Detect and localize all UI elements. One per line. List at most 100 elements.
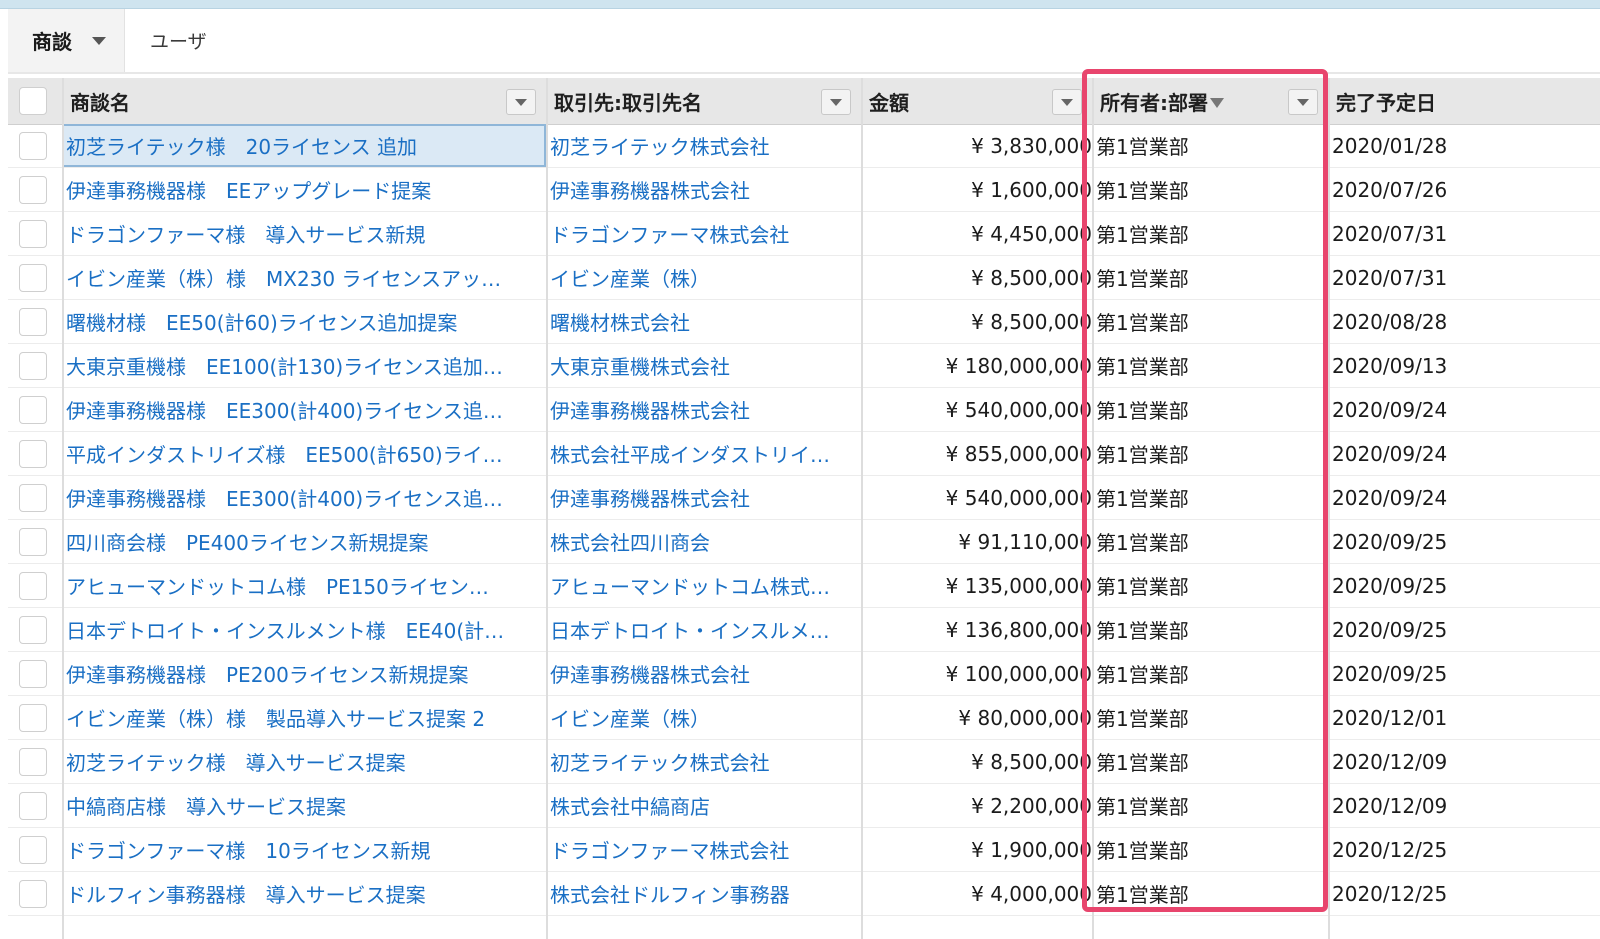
opportunity-name-link[interactable]: 伊達事務機器様 EE300(計400)ライセンス追… — [62, 476, 546, 519]
amount-cell-text: ¥ 855,000,000 — [945, 441, 1092, 466]
close-date-cell-text: 2020/09/25 — [1332, 529, 1448, 554]
column-menu-button-owner-dept[interactable] — [1288, 89, 1318, 115]
row-select-cell — [8, 872, 62, 915]
account-name-link-text: 株式会社四川商会 — [550, 531, 710, 555]
close-date-cell: 2020/09/13 — [1328, 344, 1600, 387]
opportunity-name-link[interactable]: ドラゴンファーマ様 10ライセンス新規 — [62, 828, 546, 871]
account-name-link[interactable]: アヒューマンドットコム株式… — [546, 564, 861, 607]
filter-icon — [1210, 98, 1224, 108]
row-checkbox[interactable] — [19, 132, 47, 160]
header-close-date-label: 完了予定日 — [1336, 90, 1436, 115]
account-name-link[interactable]: ドラゴンファーマ株式会社 — [546, 828, 861, 871]
header-account-label: 取引先:取引先名 — [554, 90, 702, 115]
opportunity-name-link[interactable]: 伊達事務機器様 EEアップグレード提案 — [62, 168, 546, 211]
opportunity-name-link[interactable]: 伊達事務機器様 PE200ライセンス新規提案 — [62, 652, 546, 695]
row-select-cell — [8, 300, 62, 343]
opportunity-name-link[interactable]: 伊達事務機器様 EE300(計400)ライセンス追… — [62, 388, 546, 431]
close-date-cell-text: 2020/12/01 — [1332, 705, 1448, 730]
account-name-link[interactable]: イビン産業（株） — [546, 256, 861, 299]
amount-cell-text: ¥ 135,000,000 — [945, 573, 1092, 598]
opportunity-name-link-text: ドラゴンファーマ様 導入サービス新規 — [66, 223, 426, 247]
account-name-link-text: ドラゴンファーマ株式会社 — [550, 223, 790, 247]
row-checkbox[interactable] — [19, 308, 47, 336]
opportunity-name-link-text: 日本デトロイト・インスルメント様 EE40(計… — [66, 619, 505, 643]
close-date-cell-text: 2020/07/31 — [1332, 221, 1448, 246]
account-name-link[interactable]: 初芝ライテック株式会社 — [546, 740, 861, 783]
opportunity-name-link[interactable]: 初芝ライテック様 導入サービス提案 — [62, 740, 546, 783]
close-date-cell: 2020/07/31 — [1328, 256, 1600, 299]
row-checkbox[interactable] — [19, 836, 47, 864]
tab-opportunity[interactable]: 商談 — [8, 9, 125, 72]
account-name-link[interactable]: 伊達事務機器株式会社 — [546, 476, 861, 519]
account-name-link[interactable]: イビン産業（株） — [546, 696, 861, 739]
row-checkbox[interactable] — [19, 704, 47, 732]
opportunity-name-link[interactable]: 平成インダストリイズ様 EE500(計650)ライ… — [62, 432, 546, 475]
owner-dept-cell: 第1営業部 — [1092, 432, 1328, 475]
account-name-link[interactable]: 株式会社中縞商店 — [546, 784, 861, 827]
row-checkbox[interactable] — [19, 176, 47, 204]
close-date-cell-text: 2020/07/26 — [1332, 177, 1448, 202]
row-checkbox[interactable] — [19, 484, 47, 512]
account-name-link[interactable]: 株式会社ドルフィン事務器 — [546, 872, 861, 915]
opportunity-name-link[interactable]: 初芝ライテック様 20ライセンス 追加 — [62, 124, 546, 167]
row-checkbox[interactable] — [19, 572, 47, 600]
row-checkbox[interactable] — [19, 440, 47, 468]
opportunity-name-link[interactable]: 日本デトロイト・インスルメント様 EE40(計… — [62, 608, 546, 651]
opportunity-name-link[interactable]: 曙機材様 EE50(計60)ライセンス追加提案 — [62, 300, 546, 343]
close-date-cell-text: 2020/09/13 — [1332, 353, 1448, 378]
header-amount-label: 金額 — [869, 90, 909, 115]
opportunity-name-link[interactable]: ドルフィン事務器様 導入サービス提案 — [62, 872, 546, 915]
amount-cell-text: ¥ 136,800,000 — [945, 617, 1092, 642]
opportunity-name-link[interactable]: アヒューマンドットコム様 PE150ライセン… — [62, 564, 546, 607]
amount-cell-text: ¥ 8,500,000 — [971, 265, 1092, 290]
owner-dept-cell: 第1営業部 — [1092, 828, 1328, 871]
tab-user[interactable]: ユーザ — [150, 9, 207, 72]
opportunity-name-link-text: 中縞商店様 導入サービス提案 — [66, 795, 346, 819]
opportunity-name-link[interactable]: 四川商会様 PE400ライセンス新規提案 — [62, 520, 546, 563]
amount-cell-text: ¥ 3,830,000 — [971, 133, 1092, 158]
column-menu-button-account[interactable] — [821, 89, 851, 115]
row-select-cell — [8, 828, 62, 871]
account-name-link[interactable]: 初芝ライテック株式会社 — [546, 124, 861, 167]
amount-cell-text: ¥ 540,000,000 — [945, 397, 1092, 422]
row-checkbox[interactable] — [19, 220, 47, 248]
account-name-link[interactable]: 大東京重機株式会社 — [546, 344, 861, 387]
row-checkbox[interactable] — [19, 748, 47, 776]
account-name-link-text: 伊達事務機器株式会社 — [550, 487, 750, 511]
account-name-link[interactable]: 伊達事務機器株式会社 — [546, 652, 861, 695]
opportunity-name-link[interactable]: ドラゴンファーマ様 導入サービス新規 — [62, 212, 546, 255]
account-name-link[interactable]: 曙機材株式会社 — [546, 300, 861, 343]
opportunity-name-link[interactable]: イビン産業（株）様 製品導入サービス提案 2 — [62, 696, 546, 739]
amount-cell: ¥ 80,000,000 — [861, 696, 1092, 739]
chevron-down-icon[interactable] — [92, 36, 106, 45]
account-name-link[interactable]: 株式会社平成インダストリイ… — [546, 432, 861, 475]
amount-cell: ¥ 135,000,000 — [861, 564, 1092, 607]
column-menu-button-amount[interactable] — [1052, 89, 1082, 115]
row-checkbox[interactable] — [19, 660, 47, 688]
opportunity-name-link[interactable]: 中縞商店様 導入サービス提案 — [62, 784, 546, 827]
select-all-checkbox[interactable] — [19, 87, 47, 115]
opportunity-name-link-text: ドルフィン事務器様 導入サービス提案 — [66, 883, 426, 907]
owner-dept-cell: 第1営業部 — [1092, 388, 1328, 431]
row-checkbox[interactable] — [19, 792, 47, 820]
account-name-link[interactable]: 伊達事務機器株式会社 — [546, 388, 861, 431]
column-menu-button-name[interactable] — [506, 89, 536, 115]
account-name-link[interactable]: 株式会社四川商会 — [546, 520, 861, 563]
account-name-link[interactable]: 日本デトロイト・インスルメ… — [546, 608, 861, 651]
account-name-link-text: 日本デトロイト・インスルメ… — [550, 619, 830, 643]
account-name-link[interactable]: 伊達事務機器株式会社 — [546, 168, 861, 211]
row-checkbox[interactable] — [19, 528, 47, 556]
row-checkbox[interactable] — [19, 264, 47, 292]
owner-dept-cell: 第1営業部 — [1092, 256, 1328, 299]
row-checkbox[interactable] — [19, 616, 47, 644]
opportunity-name-link[interactable]: 大東京重機様 EE100(計130)ライセンス追加… — [62, 344, 546, 387]
opportunity-name-link[interactable]: イビン産業（株）様 MX230 ライセンスアッ… — [62, 256, 546, 299]
row-checkbox[interactable] — [19, 396, 47, 424]
amount-cell: ¥ 4,000,000 — [861, 872, 1092, 915]
row-checkbox[interactable] — [19, 352, 47, 380]
account-name-link[interactable]: ドラゴンファーマ株式会社 — [546, 212, 861, 255]
row-checkbox[interactable] — [19, 880, 47, 908]
opportunity-name-link-text: 平成インダストリイズ様 EE500(計650)ライ… — [66, 443, 503, 467]
opportunity-name-link-text: 大東京重機様 EE100(計130)ライセンス追加… — [66, 355, 503, 379]
close-date-cell-text: 2020/07/31 — [1332, 265, 1448, 290]
